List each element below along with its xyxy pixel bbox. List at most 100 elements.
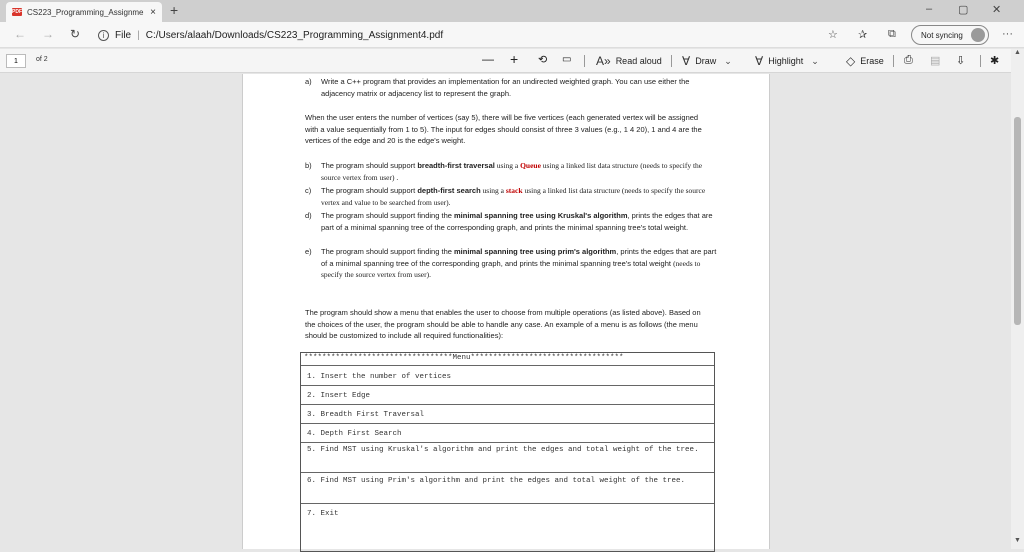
requirement-text: Write a C++ program that provides an imp… (321, 77, 690, 98)
draw-label: Draw (695, 56, 717, 66)
pdf-toolbar: 1 of 2 — + ⟲ ▭ A» Read aloud ∀ Draw ⌄ ∀ … (0, 49, 1024, 73)
highlight-label: Highlight (768, 56, 804, 66)
text: The program should support (321, 161, 418, 170)
menu-item: 2. Insert Edge (307, 392, 371, 400)
forward-button[interactable]: → (42, 27, 54, 41)
menu-item: 4. Depth First Search (307, 430, 402, 438)
read-aloud-icon: A» (596, 54, 611, 68)
item-label: a) (305, 77, 312, 86)
menu-item: 1. Insert the number of vertices (307, 373, 452, 381)
zoom-in-button[interactable]: + (510, 51, 518, 67)
fit-page-icon[interactable]: ▭ (562, 54, 571, 65)
read-aloud-button[interactable]: A» Read aloud (596, 54, 662, 68)
menu-header: *********************************Menu***… (304, 354, 624, 362)
toolbar-divider (671, 55, 672, 67)
text: The program should support (321, 186, 418, 195)
vertical-scrollbar[interactable]: ▲ ▼ (1011, 49, 1024, 549)
pdf-icon: PDF (12, 8, 22, 16)
scroll-down-icon[interactable]: ▼ (1014, 537, 1021, 544)
url-field[interactable]: i File | C:/Users/alaah/Downloads/CS223_… (98, 26, 458, 44)
paragraph-vertices: When the user enters the number of verti… (305, 113, 702, 145)
pdf-page: a) Write a C++ program that provides an … (242, 74, 770, 552)
close-tab-icon[interactable]: × (150, 7, 156, 18)
scroll-up-icon[interactable]: ▲ (1014, 49, 1021, 56)
divider (301, 365, 714, 366)
collections-icon[interactable]: ⧉ (888, 28, 896, 41)
requirement-a: a) Write a C++ program that provides an … (305, 76, 717, 99)
item-label: d) (305, 211, 312, 220)
chevron-down-icon[interactable]: ⌄ (724, 56, 732, 67)
read-aloud-label: Read aloud (615, 56, 662, 66)
chevron-down-icon[interactable]: ⌄ (811, 56, 819, 67)
menu-example-box: *********************************Menu***… (300, 352, 715, 552)
divider (301, 385, 714, 386)
toolbar-divider (980, 55, 981, 67)
toolbar-divider (893, 55, 894, 67)
erase-label: Erase (860, 56, 884, 66)
text-bold: minimal spanning tree using Kruskal's al… (454, 211, 628, 220)
page-number-input[interactable]: 1 (6, 54, 26, 68)
minimize-button[interactable]: – (926, 3, 932, 15)
requirement-e: e) The program should support finding th… (305, 246, 717, 281)
save-icon[interactable]: ▤ (930, 54, 940, 67)
text: using a (494, 161, 521, 170)
paragraph-menu-intro: The program should show a menu that enab… (305, 308, 701, 340)
item-label: e) (305, 247, 312, 256)
more-menu-icon[interactable]: ··· (1002, 28, 1013, 40)
text-highlight: stack (505, 186, 523, 195)
highlight-button[interactable]: ∀ Highlight ⌄ (755, 54, 819, 68)
menu-item: 5. Find MST using Kruskal's algorithm an… (307, 446, 699, 454)
new-tab-button[interactable]: + (170, 2, 178, 18)
url-separator: | (137, 29, 140, 41)
divider (301, 423, 714, 424)
address-bar: ← → ↻ i File | C:/Users/alaah/Downloads/… (0, 22, 1024, 48)
profile-sync-button[interactable]: Not syncing (911, 25, 989, 45)
divider (301, 442, 714, 443)
text: using a (480, 186, 506, 195)
zoom-out-button[interactable]: — (482, 52, 494, 66)
requirement-c: c) The program should support depth-firs… (305, 185, 717, 208)
eraser-icon: ◇ (846, 54, 856, 68)
divider (301, 472, 714, 473)
favorites-icon[interactable]: ✰ (858, 28, 867, 41)
url-scheme: File (115, 29, 132, 41)
menu-item: 6. Find MST using Prim's algorithm and p… (307, 477, 686, 485)
erase-button[interactable]: ◇ Erase (846, 54, 884, 68)
menu-item: 3. Breadth First Traversal (307, 411, 425, 419)
requirement-b: b) The program should support breadth-fi… (305, 160, 717, 183)
divider (301, 503, 714, 504)
url-text: C:/Users/alaah/Downloads/CS223_Programmi… (145, 29, 444, 41)
text-bold: depth-first search (417, 186, 481, 195)
text-bold: minimal spanning tree using prim's algor… (454, 247, 617, 256)
item-label: c) (305, 186, 312, 195)
divider (301, 404, 714, 405)
rotate-icon[interactable]: ⟲ (538, 53, 547, 66)
sync-label: Not syncing (921, 30, 963, 40)
print-icon[interactable]: ⎙ (904, 54, 913, 67)
text-highlight: Queue (520, 161, 541, 170)
restore-button[interactable]: ▢ (958, 3, 968, 16)
item-label: b) (305, 161, 312, 170)
pin-toolbar-icon[interactable]: ✱ (990, 54, 999, 67)
refresh-button[interactable]: ↻ (70, 27, 80, 41)
menu-item: 7. Exit (307, 510, 339, 518)
draw-icon: ∀ (682, 54, 691, 68)
info-icon[interactable]: i (98, 29, 109, 41)
save-as-icon[interactable]: ⇩ (956, 54, 965, 67)
browser-tab[interactable]: PDF CS223_Programming_Assignme × (6, 2, 162, 22)
scrollbar-thumb[interactable] (1014, 117, 1021, 325)
back-button[interactable]: ← (14, 27, 26, 41)
text: The program should support finding the (321, 247, 454, 256)
requirement-d: d) The program should support finding th… (305, 210, 717, 233)
close-window-button[interactable]: ✕ (992, 3, 1001, 16)
highlight-icon: ∀ (755, 54, 764, 68)
avatar (971, 28, 985, 42)
text: The program should support finding the (321, 211, 454, 220)
tab-bar: PDF CS223_Programming_Assignme × + – ▢ ✕ (0, 0, 1024, 22)
tab-title: CS223_Programming_Assignme (27, 7, 144, 17)
page-count: of 2 (36, 56, 48, 63)
toolbar-divider (584, 55, 585, 67)
favorite-star-icon[interactable]: ☆ (828, 28, 838, 41)
draw-button[interactable]: ∀ Draw ⌄ (682, 54, 732, 68)
text-bold: breadth-first traversal (417, 161, 495, 170)
